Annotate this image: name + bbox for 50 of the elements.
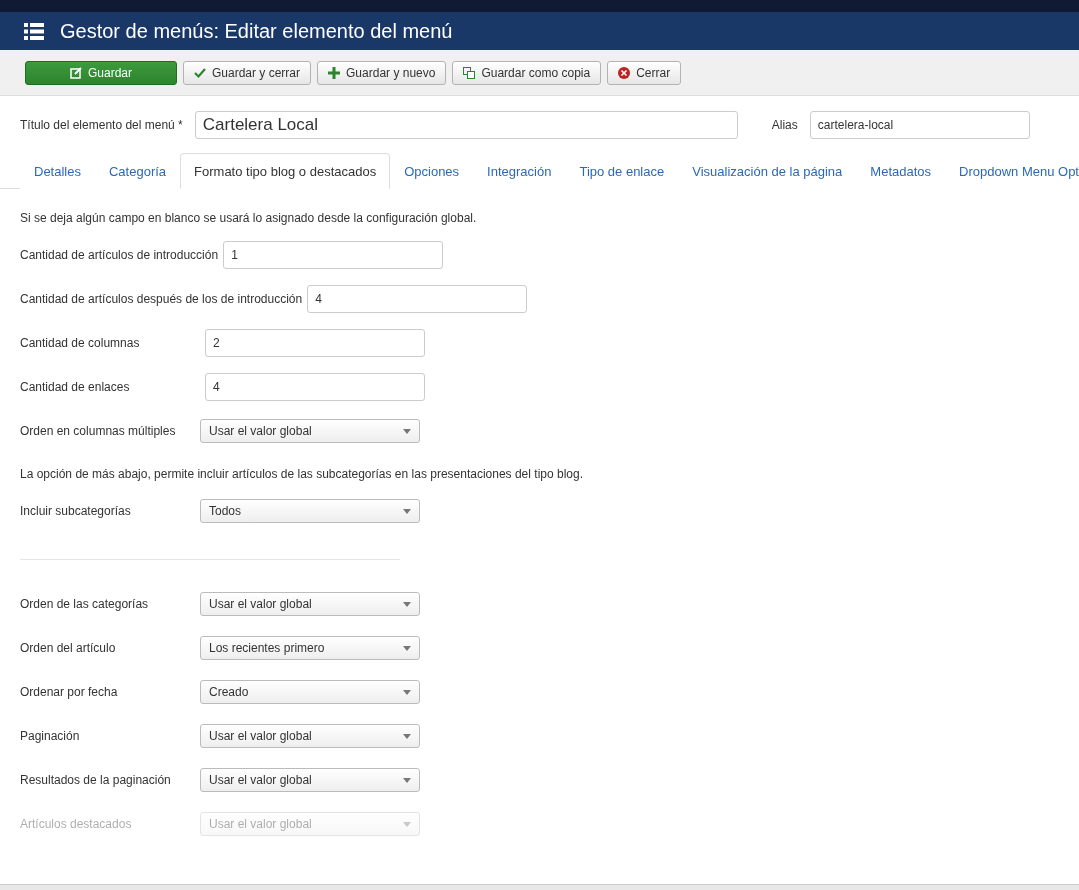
field-label: Orden en columnas múltiples [20,424,177,438]
plus-icon [328,66,341,79]
caret-icon [403,821,411,827]
toolbar-button[interactable]: Guardar y cerrar [183,60,312,85]
caret-icon [403,428,411,434]
toolbar-button[interactable]: Guardar [25,60,177,85]
field-label: Orden de las categorías [20,597,150,611]
field-label: Cantidad de artículos de introducción [20,248,219,262]
copy-icon [463,66,476,79]
field-label: Ordenar por fecha [20,685,119,699]
field-label: Cantidad de columnas [20,336,141,350]
edit-icon [70,66,82,79]
check-icon [194,66,206,79]
tab[interactable]: Formato tipo blog o destacados [180,153,391,189]
number-input[interactable]: 4 [307,285,528,313]
title-input[interactable]: Cartelera Local [194,111,738,139]
alias-input[interactable]: cartelera-local [809,111,1030,139]
close-icon [618,66,631,79]
toolbar-button[interactable]: Cerrar [607,60,682,85]
select-dropdown[interactable]: Todos [200,499,420,523]
toolbar-button[interactable]: Guardar como copia [452,60,602,85]
select-dropdown[interactable]: Usar el valor global [200,592,420,616]
field-label: Incluir subcategorías [20,504,132,518]
caret-icon [403,733,411,739]
caret-icon [403,508,411,514]
list-icon [24,22,44,40]
toolbar-button[interactable]: Guardar y nuevo [317,60,447,85]
field-label: Cantidad de enlaces [20,380,131,394]
field-label: Cantidad de artículos después de los de introducción [20,292,303,306]
field-label: Alias [771,118,798,132]
select-dropdown[interactable]: Usar el valor global [200,419,420,443]
caret-icon [403,645,411,651]
select-dropdown[interactable]: Usar el valor global [200,724,420,748]
select-dropdown[interactable]: Usar el valor global [200,768,420,792]
field-label: Orden del artículo [20,641,117,655]
caret-icon [403,689,411,695]
field-label: Resultados de la paginación [20,773,172,787]
caret-icon [403,777,411,783]
info-text: Si se deja algún campo en blanco se usará lo asignado desde la configuración global. [20,211,478,225]
number-input[interactable]: 4 [205,373,425,401]
info-text: La opción de más abajo, permite incluir artículos de las subcategorías en las presentaciones del tipo blog. [20,467,584,481]
caret-icon [403,601,411,607]
number-input[interactable]: 2 [205,329,425,357]
select-dropdown[interactable]: Los recientes primero [200,636,420,660]
select-dropdown[interactable]: Creado [200,680,420,704]
field-label: Paginación [20,729,81,743]
field-label: Título del elemento del menú * [20,118,183,132]
field-label: Artículos destacados [20,817,133,831]
page-title: Gestor de menús: Editar elemento del menú [60,19,453,43]
number-input[interactable]: 1 [223,241,444,269]
